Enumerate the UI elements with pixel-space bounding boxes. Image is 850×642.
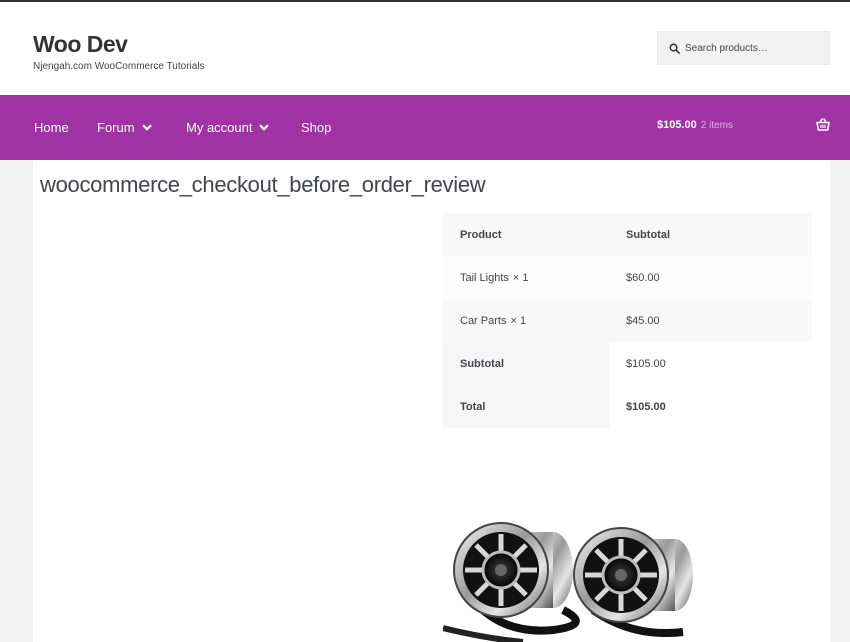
subtotal-label: Subtotal: [443, 342, 609, 385]
site-description: Njengah.com WooCommerce Tutorials: [33, 61, 205, 72]
product-image: [443, 460, 693, 642]
chevron-down-icon[interactable]: [259, 124, 270, 131]
cart-link[interactable]: $105.00 2 items: [657, 119, 733, 131]
nav-item-shop[interactable]: Shop: [301, 95, 331, 160]
table-row: Tail Lights × 1 $60.00: [443, 256, 812, 299]
cart-item-subtotal: $45.00: [609, 299, 812, 342]
total-value: $105.00: [609, 385, 812, 428]
cart-item-subtotal: $60.00: [609, 256, 812, 299]
search-input[interactable]: [685, 42, 825, 54]
nav-item-my-account[interactable]: My account: [186, 95, 270, 160]
table-row: Car Parts × 1 $45.00: [443, 299, 812, 342]
table-header-row: Product Subtotal: [443, 213, 812, 256]
basket-icon[interactable]: [816, 118, 830, 131]
product-quantity: × 1: [512, 271, 529, 284]
nav-item-label: Home: [34, 120, 69, 135]
search-icon: [669, 43, 680, 54]
nav-item-home[interactable]: Home: [34, 95, 69, 160]
product-name: Tail Lights: [460, 271, 509, 284]
order-review-table: Product Subtotal Tail Lights × 1 $60.00 C…: [443, 213, 812, 428]
chevron-down-icon[interactable]: [141, 124, 152, 131]
cart-count: 2 items: [700, 120, 733, 131]
total-label: Total: [443, 385, 609, 428]
cart-item-name: Car Parts × 1: [443, 299, 609, 342]
header-product: Product: [443, 213, 609, 256]
cart-item-name: Tail Lights × 1: [443, 256, 609, 299]
product-name: Car Parts: [460, 314, 507, 327]
search-box[interactable]: [657, 31, 830, 65]
page-title: woocommerce_checkout_before_order_review: [40, 172, 486, 197]
cart-subtotal-row: Subtotal $105.00: [443, 342, 812, 385]
order-total-row: Total $105.00: [443, 385, 812, 428]
nav-item-label: Forum: [97, 120, 135, 135]
nav-item-forum[interactable]: Forum: [97, 95, 152, 160]
nav-item-label: My account: [186, 120, 253, 135]
cart-total: $105.00: [657, 119, 697, 131]
speakers-product-image: [443, 460, 693, 642]
site-title[interactable]: Woo Dev: [33, 31, 128, 58]
product-quantity: × 1: [510, 314, 527, 327]
header-subtotal: Subtotal: [609, 213, 812, 256]
subtotal-value: $105.00: [609, 342, 812, 385]
nav-item-label: Shop: [301, 120, 332, 135]
